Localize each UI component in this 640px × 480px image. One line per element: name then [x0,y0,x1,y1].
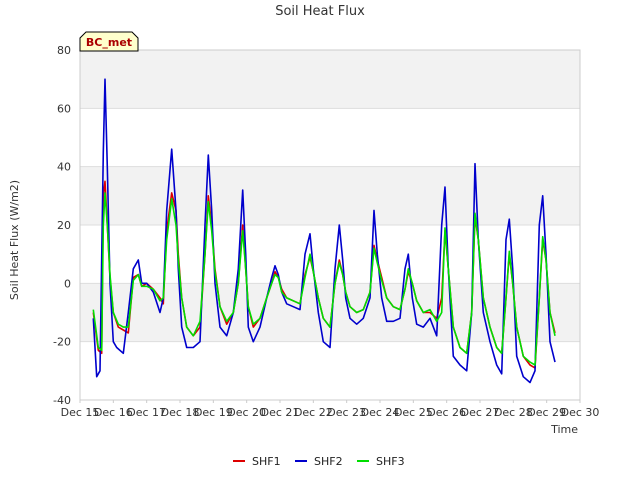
legend-label-shf2: SHF2 [314,455,343,468]
x-tick-label: Dec 30 [561,406,600,419]
x-tick-labels: Dec 15Dec 16Dec 17Dec 18Dec 19Dec 20Dec … [61,400,600,419]
legend: SHF1 SHF2 SHF3 [233,455,405,468]
background-band [80,341,580,400]
legend-label-shf3: SHF3 [376,455,405,468]
background-band [80,108,580,167]
legend-label-shf1: SHF1 [252,455,281,468]
y-tick-label: 20 [57,219,71,232]
station-badge: BC_met [79,31,139,52]
soil-heat-flux-chart: -40-20020406080 Dec 15Dec 16Dec 17Dec 18… [8,4,600,468]
background-band [80,166,580,225]
y-axis-label: Soil Heat Flux (W/m2) [8,180,21,300]
y-tick-label: -20 [53,336,71,349]
y-tick-label: 40 [57,161,71,174]
y-tick-labels: -40-20020406080 [53,44,71,407]
y-tick-label: 60 [57,102,71,115]
background-band [80,50,580,109]
y-tick-label: 80 [57,44,71,57]
y-tick-label: 0 [64,277,71,290]
badge-label: BC_met [86,36,132,49]
chart-title: Soil Heat Flux [275,4,365,19]
x-axis-label: Time [550,423,578,436]
